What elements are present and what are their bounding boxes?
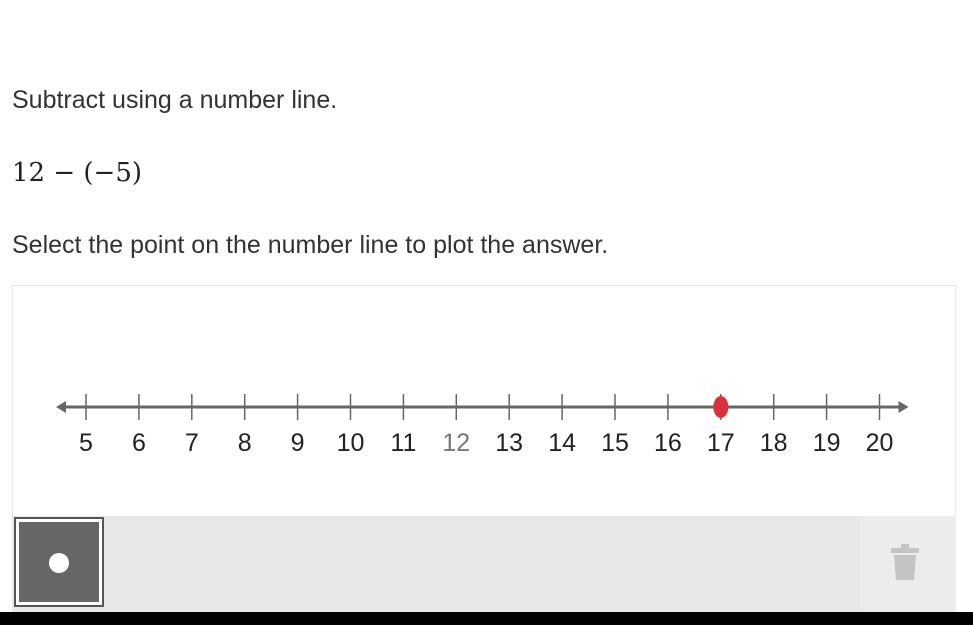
tick-label: 6 [132,429,146,457]
tick-label: 16 [654,429,682,457]
tick-label: 5 [79,429,93,457]
point-tool-button[interactable] [14,517,104,607]
instruction-text: Subtract using a number line. [12,86,338,114]
tick-label: 17 [707,429,735,457]
left-arrow-icon [56,401,66,413]
tick-label: 8 [238,429,252,457]
number-line[interactable]: 5 6 7 8 9 10 11 12 13 14 15 16 17 18 19 20 [13,286,957,517]
point-tool-icon [49,553,69,573]
tick-label: 10 [337,429,365,457]
plot-prompt-text: Select the point on the number line to p… [12,231,609,259]
delete-button[interactable] [860,516,956,612]
tick-label: 12 [442,429,470,457]
tick-label: 18 [760,429,788,457]
tick-label: 13 [495,429,523,457]
tick-label: 9 [291,429,305,457]
right-arrow-icon [898,401,909,413]
tick-label: 20 [866,429,894,457]
plotted-point[interactable] [713,396,729,418]
tick-label: 7 [185,429,199,457]
tick-label: 11 [390,429,416,457]
tick-label: 15 [601,429,629,457]
tick-label: 14 [548,429,576,457]
math-expression: 12 − (−5) [12,158,143,188]
graph-toolbar [12,516,956,612]
trash-icon [891,544,919,580]
bottom-bar [0,612,973,625]
tick-label: 19 [813,429,841,457]
